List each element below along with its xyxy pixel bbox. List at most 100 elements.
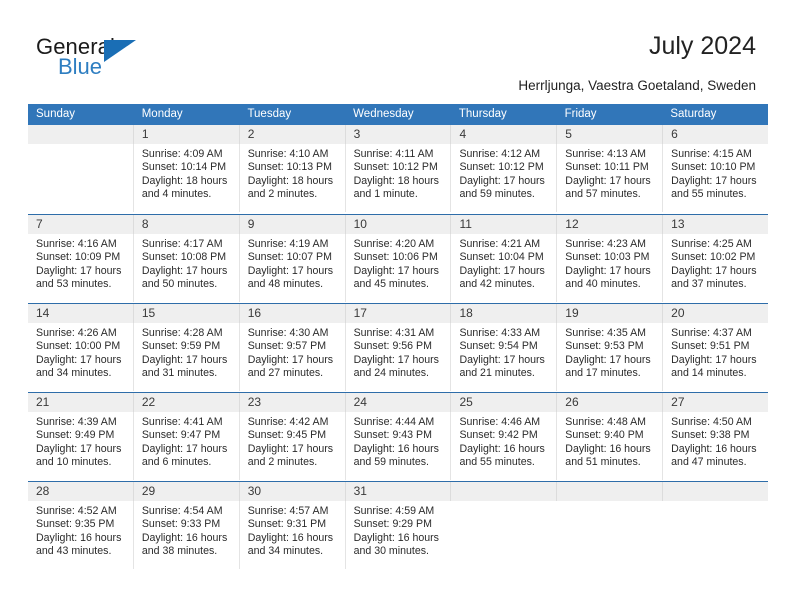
- day-number-20[interactable]: 20: [662, 304, 768, 323]
- day-detail-line: Sunrise: 4:25 AM: [671, 238, 752, 250]
- day-cell-16[interactable]: Sunrise: 4:30 AM Sunset: 9:57 PM Daylight:…: [238, 323, 345, 391]
- week-body: Sunrise: 4:16 AM Sunset: 10:09 PM Daylight…: [28, 234, 768, 302]
- day-cell-23[interactable]: Sunrise: 4:42 AM Sunset: 9:45 PM Daylight:…: [238, 412, 345, 480]
- brand-logo[interactable]: General Blue: [36, 34, 176, 84]
- day-cell-9[interactable]: Sunrise: 4:19 AM Sunset: 10:07 PM Daylight…: [238, 234, 345, 302]
- day-detail-line: Sunrise: 4:37 AM: [671, 327, 752, 339]
- day-cell-21[interactable]: Sunrise: 4:39 AM Sunset: 9:49 PM Daylight:…: [28, 412, 133, 480]
- day-number-26[interactable]: 26: [556, 393, 662, 412]
- day-detail-line: Daylight: 17 hours: [565, 264, 651, 277]
- day-detail-line: Daylight: 17 hours: [459, 174, 545, 187]
- day-cell-31[interactable]: Sunrise: 4:59 AM Sunset: 9:29 PM Daylight:…: [344, 501, 451, 569]
- day-detail-line: Sunrise: 4:16 AM: [36, 238, 117, 250]
- day-number-16[interactable]: 16: [238, 304, 345, 323]
- day-number-21[interactable]: 21: [28, 393, 133, 412]
- day-detail-line: Daylight: 16 hours: [247, 531, 334, 544]
- day-number-12[interactable]: 12: [556, 215, 662, 234]
- day-detail-line: Daylight: 17 hours: [36, 353, 122, 366]
- day-number-18[interactable]: 18: [450, 304, 556, 323]
- day-cell-10[interactable]: Sunrise: 4:20 AM Sunset: 10:06 PM Daylight…: [344, 234, 451, 302]
- day-cell-25[interactable]: Sunrise: 4:46 AM Sunset: 9:42 PM Daylight:…: [450, 412, 556, 480]
- day-number-6[interactable]: 6: [662, 125, 768, 144]
- day-detail-line: Sunset: 9:59 PM: [141, 340, 221, 353]
- day-number-9[interactable]: 9: [238, 215, 345, 234]
- day-cell-5[interactable]: Sunrise: 4:13 AM Sunset: 10:11 PM Daylight…: [556, 144, 662, 212]
- day-cell-26[interactable]: Sunrise: 4:48 AM Sunset: 9:40 PM Daylight:…: [556, 412, 662, 480]
- day-detail-line: and 53 minutes.: [36, 277, 112, 290]
- day-cell-12[interactable]: Sunrise: 4:23 AM Sunset: 10:03 PM Daylight…: [556, 234, 662, 302]
- day-number-24[interactable]: 24: [344, 393, 451, 412]
- page-title: July 2024: [648, 32, 756, 60]
- day-detail-line: Sunset: 10:08 PM: [141, 251, 227, 264]
- day-number-28[interactable]: 28: [28, 482, 133, 501]
- day-cell-27[interactable]: Sunrise: 4:50 AM Sunset: 9:38 PM Daylight:…: [662, 412, 768, 480]
- day-number-14[interactable]: 14: [28, 304, 133, 323]
- day-detail-line: Sunrise: 4:20 AM: [353, 238, 435, 250]
- day-number-15[interactable]: 15: [132, 304, 239, 323]
- day-cell-4[interactable]: Sunrise: 4:12 AM Sunset: 10:12 PM Daylight…: [450, 144, 556, 212]
- day-detail-line: Daylight: 18 hours: [353, 174, 439, 187]
- day-cell-14[interactable]: Sunrise: 4:26 AM Sunset: 10:00 PM Daylight…: [28, 323, 133, 391]
- day-number-5[interactable]: 5: [556, 125, 662, 144]
- day-cell-18[interactable]: Sunrise: 4:33 AM Sunset: 9:54 PM Daylight:…: [450, 323, 556, 391]
- day-detail-line: Sunrise: 4:44 AM: [353, 416, 435, 428]
- day-detail-line: Sunrise: 4:59 AM: [353, 505, 435, 517]
- day-cell-29[interactable]: Sunrise: 4:54 AM Sunset: 9:33 PM Daylight:…: [132, 501, 239, 569]
- day-detail-line: Daylight: 18 hours: [141, 174, 228, 187]
- day-cell-19[interactable]: Sunrise: 4:35 AM Sunset: 9:53 PM Daylight:…: [556, 323, 662, 391]
- day-cell-15[interactable]: Sunrise: 4:28 AM Sunset: 9:59 PM Daylight:…: [132, 323, 239, 391]
- day-cell-8[interactable]: Sunrise: 4:17 AM Sunset: 10:08 PM Daylight…: [132, 234, 239, 302]
- day-detail-line: Sunset: 9:54 PM: [459, 340, 538, 353]
- day-cell-6[interactable]: Sunrise: 4:15 AM Sunset: 10:10 PM Daylight…: [662, 144, 768, 212]
- week-date-strip: 123456: [28, 125, 768, 144]
- day-cell-24[interactable]: Sunrise: 4:44 AM Sunset: 9:43 PM Daylight:…: [344, 412, 451, 480]
- page-header: General Blue July 2024 Herrljunga, Vaest…: [0, 0, 792, 100]
- day-detail-line: Sunset: 9:29 PM: [353, 518, 432, 531]
- day-detail-line: Daylight: 17 hours: [671, 264, 757, 277]
- week-body: Sunrise: 4:09 AM Sunset: 10:14 PM Daylight…: [28, 144, 768, 212]
- day-number-23[interactable]: 23: [238, 393, 345, 412]
- day-number-11[interactable]: 11: [450, 215, 556, 234]
- day-number-22[interactable]: 22: [132, 393, 239, 412]
- day-cell-2[interactable]: Sunrise: 4:10 AM Sunset: 10:13 PM Daylight…: [238, 144, 345, 212]
- day-cell-28[interactable]: Sunrise: 4:52 AM Sunset: 9:35 PM Daylight:…: [28, 501, 133, 569]
- day-detail-line: Sunset: 9:35 PM: [36, 518, 115, 531]
- day-detail-line: Daylight: 17 hours: [565, 353, 651, 366]
- day-cell-7[interactable]: Sunrise: 4:16 AM Sunset: 10:09 PM Daylight…: [28, 234, 133, 302]
- day-detail-line: Daylight: 18 hours: [247, 174, 334, 187]
- day-cell-1[interactable]: Sunrise: 4:09 AM Sunset: 10:14 PM Daylight…: [132, 144, 239, 212]
- day-number-31[interactable]: 31: [344, 482, 451, 501]
- day-detail-line: Sunrise: 4:39 AM: [36, 416, 117, 428]
- day-detail-line: and 37 minutes.: [671, 277, 747, 290]
- day-detail-line: and 48 minutes.: [247, 277, 324, 290]
- day-cell-22[interactable]: Sunrise: 4:41 AM Sunset: 9:47 PM Daylight:…: [132, 412, 239, 480]
- day-number-empty: [556, 482, 662, 501]
- day-number-8[interactable]: 8: [132, 215, 239, 234]
- day-cell-3[interactable]: Sunrise: 4:11 AM Sunset: 10:12 PM Daylight…: [344, 144, 451, 212]
- day-number-10[interactable]: 10: [344, 215, 451, 234]
- day-number-2[interactable]: 2: [238, 125, 345, 144]
- day-cell-17[interactable]: Sunrise: 4:31 AM Sunset: 9:56 PM Daylight:…: [344, 323, 451, 391]
- day-number-7[interactable]: 7: [28, 215, 133, 234]
- day-detail-line: Sunset: 10:13 PM: [247, 161, 332, 174]
- day-number-29[interactable]: 29: [132, 482, 239, 501]
- day-cell-empty: [28, 144, 133, 212]
- day-number-30[interactable]: 30: [238, 482, 345, 501]
- day-cell-13[interactable]: Sunrise: 4:25 AM Sunset: 10:02 PM Daylight…: [662, 234, 768, 302]
- day-number-25[interactable]: 25: [450, 393, 556, 412]
- day-detail-line: Sunrise: 4:13 AM: [565, 148, 646, 160]
- day-number-13[interactable]: 13: [662, 215, 768, 234]
- day-cell-30[interactable]: Sunrise: 4:57 AM Sunset: 9:31 PM Daylight:…: [238, 501, 345, 569]
- day-number-empty: [662, 482, 768, 501]
- day-number-27[interactable]: 27: [662, 393, 768, 412]
- day-number-1[interactable]: 1: [132, 125, 239, 144]
- day-cell-20[interactable]: Sunrise: 4:37 AM Sunset: 9:51 PM Daylight:…: [662, 323, 768, 391]
- day-number-17[interactable]: 17: [344, 304, 451, 323]
- day-number-3[interactable]: 3: [344, 125, 451, 144]
- day-cell-11[interactable]: Sunrise: 4:21 AM Sunset: 10:04 PM Daylight…: [450, 234, 556, 302]
- day-number-4[interactable]: 4: [450, 125, 556, 144]
- day-detail-line: Sunrise: 4:15 AM: [671, 148, 752, 160]
- day-detail-line: Sunset: 9:38 PM: [671, 429, 750, 442]
- day-number-19[interactable]: 19: [556, 304, 662, 323]
- day-detail-line: Daylight: 17 hours: [247, 442, 334, 455]
